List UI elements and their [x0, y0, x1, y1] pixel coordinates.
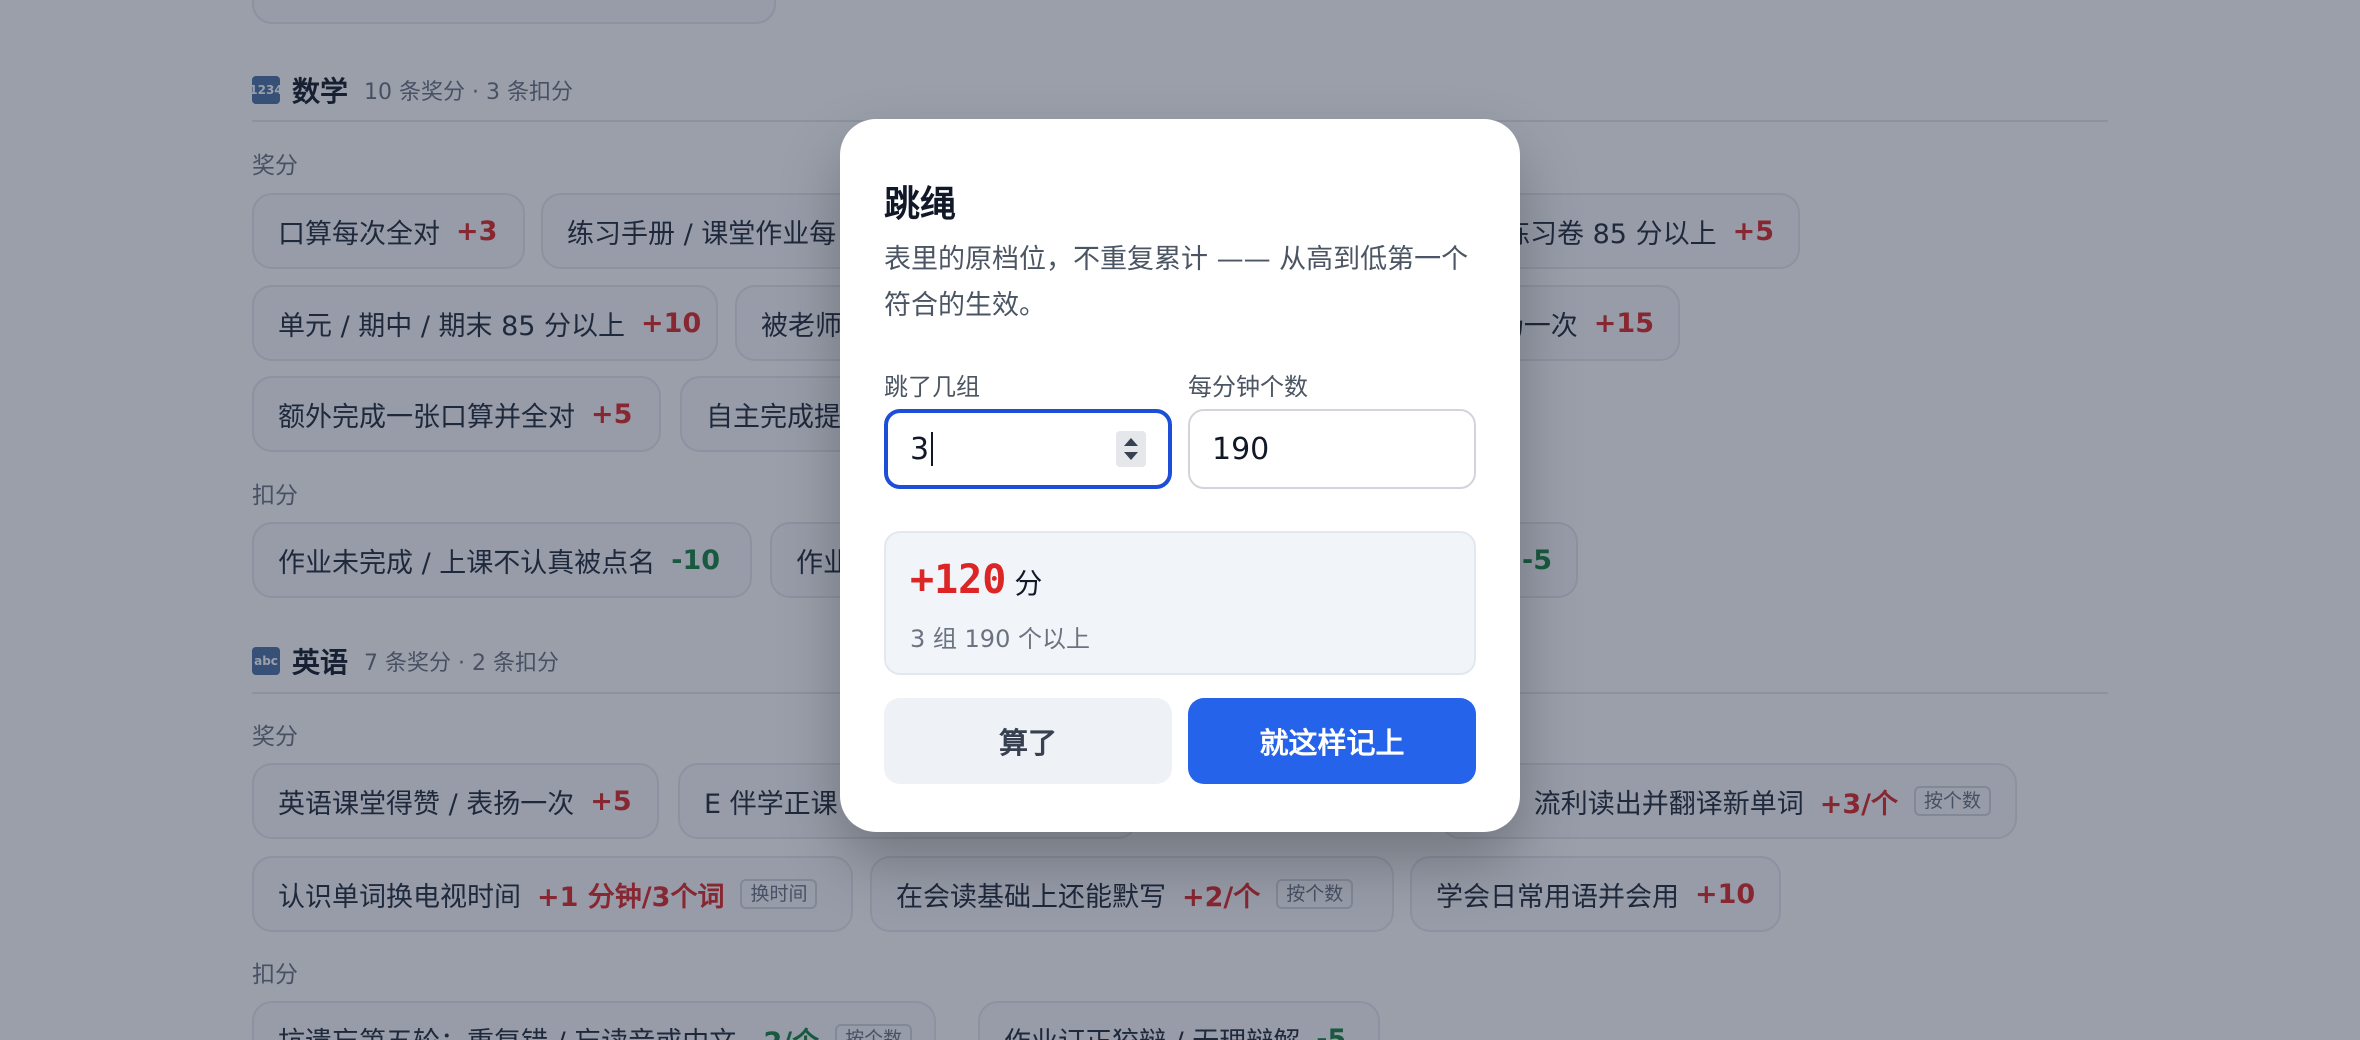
result-score: +120 分	[910, 557, 1042, 603]
confirm-button[interactable]: 就这样记上	[1188, 698, 1476, 784]
dialog-description: 表里的原档位，不重复累计 —— 从高到低第一个符合的生效。	[884, 244, 1469, 321]
score-dialog: 跳绳 表里的原档位，不重复累计 —— 从高到低第一个符合的生效。 跳了几组 3 …	[840, 119, 1520, 832]
result-unit: 分	[1014, 567, 1043, 600]
groups-input-value: 3	[910, 431, 930, 467]
cancel-button[interactable]: 算了	[884, 698, 1172, 784]
groups-input[interactable]: 3	[884, 409, 1172, 489]
per-minute-input[interactable]: 190	[1188, 409, 1476, 489]
groups-label: 跳了几组	[884, 373, 980, 401]
decrement-arrow-icon[interactable]	[1124, 452, 1138, 460]
per-minute-input-value: 190	[1212, 431, 1270, 467]
result-description: 3 组 190 个以上	[910, 625, 1090, 653]
text-caret	[931, 432, 934, 466]
increment-arrow-icon[interactable]	[1124, 438, 1138, 446]
number-stepper[interactable]	[1116, 431, 1146, 467]
result-value: +120	[910, 557, 1007, 603]
per-minute-label: 每分钟个数	[1188, 373, 1308, 401]
result-panel: +120 分 3 组 190 个以上	[884, 531, 1476, 675]
dialog-title: 跳绳	[884, 184, 957, 225]
